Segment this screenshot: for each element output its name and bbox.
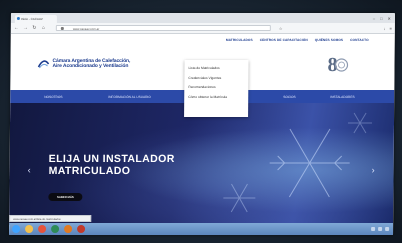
anniversary-seal-icon: 8 <box>327 54 349 76</box>
hero-title: ELIJA UN INSTALADOR MATRICULADO <box>49 153 175 177</box>
downloads-icon[interactable]: ↓ <box>383 26 385 31</box>
chrome-icon[interactable] <box>51 225 60 233</box>
slider-prev-arrow[interactable]: ‹ <box>28 165 31 175</box>
topmenu-item-centros[interactable]: CENTROS DE CAPACITACIÓN <box>260 38 308 42</box>
matriculados-dropdown: Lista de Matriculados Credenciales Vigen… <box>184 60 249 117</box>
toolbar-right-icons: ↓ ≡ <box>383 26 391 31</box>
tab-title: Inicio - CACAAV <box>20 17 43 21</box>
url-text: www.cacaav.com.ar <box>72 27 100 31</box>
volume-icon[interactable] <box>378 227 383 231</box>
hero-title-line-1: ELIJA UN INSTALADOR <box>48 153 175 165</box>
file-explorer-icon[interactable] <box>25 225 34 233</box>
address-bar-icons: ☆ <box>279 26 283 31</box>
favicon-icon <box>16 17 20 20</box>
slider-next-arrow[interactable]: › <box>372 165 375 175</box>
hero-title-line-2: MATRICULADO <box>48 165 131 177</box>
forward-icon[interactable]: → <box>23 25 28 31</box>
brand-logo-icon[interactable] <box>37 59 50 69</box>
dropdown-item-credenciales[interactable]: Credenciales Vigentes <box>188 74 244 84</box>
firefox-icon[interactable] <box>64 225 73 233</box>
browser-tab-bar: Inicio - CACAAV – □ ✕ <box>10 13 395 23</box>
browser-tab[interactable]: Inicio - CACAAV <box>14 15 57 23</box>
window-controls: – □ ✕ <box>373 16 395 23</box>
nav-item-informacion[interactable]: INFORMACIÓN AL USUARIO <box>108 95 151 99</box>
reload-icon[interactable]: ↻ <box>32 25 37 31</box>
home-icon[interactable]: ⌂ <box>41 25 46 31</box>
dropdown-item-lista[interactable]: Lista de Matriculados <box>188 64 244 74</box>
hero-slider: ‹ › ELIJA UN INSTALADOR MATRICULADO SABE… <box>9 103 395 225</box>
nav-item-instaladores[interactable]: INSTALADORES <box>330 95 354 99</box>
address-bar[interactable]: www.cacaav.com.ar <box>55 25 271 31</box>
nav-item-nosotros[interactable]: NOSOTROS <box>44 95 62 99</box>
battery-icon[interactable] <box>385 227 390 231</box>
monitor-frame: Inicio - CACAAV – □ ✕ ← → ↻ ⌂ www.cacaav… <box>0 0 402 243</box>
topmenu-item-contacto[interactable]: CONTACTO <box>350 38 369 42</box>
site-top-menu: MATRICULADOS CENTROS DE CAPACITACIÓN QUI… <box>10 34 395 45</box>
browser-status-bar: www.cacaav.com.ar/lista-de-matriculados <box>9 215 92 222</box>
dropdown-item-recomendaciones[interactable]: Recomendaciones <box>188 83 244 93</box>
browser-toolbar: ← → ↻ ⌂ www.cacaav.com.ar ☆ ↓ ≡ <box>10 23 395 34</box>
minimize-icon[interactable]: – <box>373 16 375 21</box>
screen: Inicio - CACAAV – □ ✕ ← → ↻ ⌂ www.cacaav… <box>9 13 395 235</box>
system-tray <box>371 227 393 231</box>
brand-name[interactable]: Cámara Argentina de Calefacción, Aire Ac… <box>52 58 130 70</box>
start-button-icon[interactable] <box>12 225 21 233</box>
maximize-icon[interactable]: □ <box>380 16 382 21</box>
app-icon[interactable] <box>77 225 86 233</box>
topmenu-item-quienes-somos[interactable]: QUIÉNES SOMOS <box>315 38 343 42</box>
dropdown-item-obtener-matricula[interactable]: Cómo obtener la Matrícula <box>188 93 244 103</box>
lock-icon <box>60 27 64 30</box>
network-icon[interactable] <box>371 227 376 231</box>
os-taskbar <box>9 223 394 235</box>
media-player-icon[interactable] <box>38 225 47 233</box>
topmenu-item-matriculados[interactable]: MATRICULADOS <box>226 38 253 42</box>
saber-mas-button[interactable]: SABER MÁS <box>48 193 83 201</box>
back-icon[interactable]: ← <box>14 25 19 31</box>
menu-icon[interactable]: ≡ <box>389 26 391 31</box>
nav-item-socios[interactable]: SOCIOS <box>283 95 295 99</box>
bookmark-star-icon[interactable]: ☆ <box>279 26 283 31</box>
brand-line-2: Aire Acondicionado y Ventilación <box>52 63 129 70</box>
close-icon[interactable]: ✕ <box>388 16 391 21</box>
